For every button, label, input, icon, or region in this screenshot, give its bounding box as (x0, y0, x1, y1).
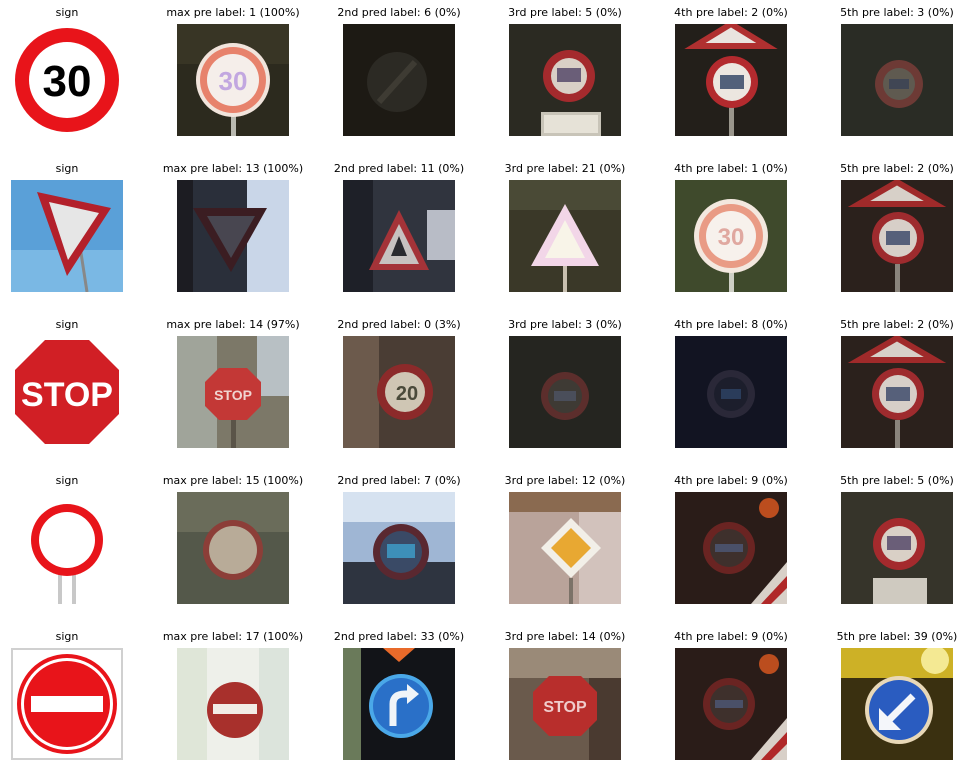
speed-number: 20 (396, 383, 418, 405)
warning-triangle-photo (509, 180, 621, 292)
stop-text: STOP (214, 387, 252, 403)
speed-limit-photo (509, 336, 621, 448)
speed-number: 30 (718, 224, 745, 251)
caption: 2nd pred label: 0 (3%) (337, 318, 461, 331)
grid-cell-r0-pred2: 2nd pred label: 6 (0%) (318, 6, 480, 156)
yield-sign-image (11, 180, 123, 292)
caption: 5th pre label: 39 (0%) (836, 630, 958, 643)
grid-cell-r2-pred4: 4th pre label: 8 (0%) (650, 318, 812, 468)
grid-cell-r2-sign: sign STOP (0, 318, 148, 468)
grid-cell-r4-pred3: 3rd pre label: 14 (0%) STOP (484, 630, 646, 780)
grid-cell-r1-pred3: 3rd pre label: 21 (0%) (484, 162, 646, 312)
no-vehicles-photo (177, 492, 289, 604)
grid-cell-r2-pred5: 5th pre label: 2 (0%) (816, 318, 973, 468)
no-passing-photo (675, 492, 787, 604)
speed-20-photo: 30 (675, 180, 787, 292)
grid-cell-r4-pred2: 2nd pred label: 33 (0%) (318, 630, 480, 780)
caption: 3rd pre label: 3 (0%) (508, 318, 622, 331)
caption: sign (55, 630, 79, 643)
speed-limit-photo (509, 24, 621, 136)
speed-limit-photo (343, 492, 455, 604)
grid-cell-r3-pred3: 3rd pre label: 12 (0%) (484, 474, 646, 624)
yield-photo (177, 180, 289, 292)
grid-cell-r0-sign: sign 30 (0, 6, 148, 156)
keep-left-photo (841, 648, 953, 760)
stop-sign-image: STOP (11, 336, 123, 448)
grid-cell-r1-pred2: 2nd pred label: 11 (0%) (318, 162, 480, 312)
caption: sign (55, 6, 79, 19)
speed-number: 30 (219, 66, 248, 96)
grid-cell-r1-pred5: 5th pre label: 2 (0%) (816, 162, 973, 312)
caption: 2nd pred label: 6 (0%) (337, 6, 461, 19)
caption: max pre label: 14 (97%) (166, 318, 300, 331)
warning-triangle-photo (343, 180, 455, 292)
grid-cell-r2-pred1: max pre label: 14 (97%) STOP (152, 318, 314, 468)
grid-cell-r2-pred3: 3rd pre label: 3 (0%) (484, 318, 646, 468)
caption: sign (55, 318, 79, 331)
grid-cell-r3-pred1: max pre label: 15 (100%) (152, 474, 314, 624)
caption: 3rd pre label: 14 (0%) (504, 630, 626, 643)
turn-right-ahead-photo (343, 648, 455, 760)
speed-limit-30-sign-image: 30 (11, 24, 123, 136)
caption: 4th pre label: 9 (0%) (674, 474, 788, 487)
caption: max pre label: 13 (100%) (162, 162, 304, 175)
end-of-speed-limit-photo (343, 24, 455, 136)
speed-limit-photo (841, 336, 953, 448)
speed-limit-photo (841, 24, 953, 136)
grid-cell-r1-sign: sign (0, 162, 148, 312)
caption: 5th pre label: 2 (0%) (840, 318, 954, 331)
priority-road-photo (509, 492, 621, 604)
no-entry-photo (177, 648, 289, 760)
grid-cell-r0-pred5: 5th pre label: 3 (0%) (816, 6, 973, 156)
grid-cell-r0-pred3: 3rd pre label: 5 (0%) (484, 6, 646, 156)
caption: max pre label: 15 (100%) (162, 474, 304, 487)
caption: sign (55, 474, 79, 487)
grid-cell-r0-pred4: 4th pre label: 2 (0%) (650, 6, 812, 156)
caption: 2nd pred label: 11 (0%) (333, 162, 465, 175)
caption: 5th pre label: 2 (0%) (840, 162, 954, 175)
caption: 4th pre label: 1 (0%) (674, 162, 788, 175)
caption: 4th pre label: 8 (0%) (674, 318, 788, 331)
caption: 4th pre label: 9 (0%) (674, 630, 788, 643)
speed-limit-photo (675, 336, 787, 448)
grid-cell-r1-pred4: 4th pre label: 1 (0%) 30 (650, 162, 812, 312)
speed-limit-photo (841, 492, 953, 604)
caption: sign (55, 162, 79, 175)
no-passing-photo (675, 648, 787, 760)
caption: 5th pre label: 3 (0%) (840, 6, 954, 19)
grid-cell-r3-sign: sign (0, 474, 148, 624)
caption: 2nd pred label: 7 (0%) (337, 474, 461, 487)
speed-limit-photo (675, 24, 787, 136)
grid-cell-r4-pred5: 5th pre label: 39 (0%) (816, 630, 973, 780)
speed-20-photo: 20 (343, 336, 455, 448)
stop-text: STOP (21, 376, 113, 414)
stop-photo: STOP (509, 648, 621, 760)
grid-cell-r3-pred2: 2nd pred label: 7 (0%) (318, 474, 480, 624)
grid-cell-r0-pred1: max pre label: 1 (100%) 30 (152, 6, 314, 156)
caption: 5th pre label: 5 (0%) (840, 474, 954, 487)
grid-cell-r2-pred2: 2nd pred label: 0 (3%) 20 (318, 318, 480, 468)
caption: 4th pre label: 2 (0%) (674, 6, 788, 19)
grid-cell-r4-pred4: 4th pre label: 9 (0%) (650, 630, 812, 780)
speed-number: 30 (43, 57, 92, 106)
speed-30-photo: 30 (177, 24, 289, 136)
speed-limit-photo (841, 180, 953, 292)
caption: 2nd pred label: 33 (0%) (333, 630, 465, 643)
caption: max pre label: 17 (100%) (162, 630, 304, 643)
caption: 3rd pre label: 12 (0%) (504, 474, 626, 487)
caption: 3rd pre label: 21 (0%) (504, 162, 626, 175)
no-entry-sign-image (11, 648, 123, 760)
grid-cell-r3-pred5: 5th pre label: 5 (0%) (816, 474, 973, 624)
stop-text: STOP (543, 699, 587, 716)
grid-cell-r1-pred1: max pre label: 13 (100%) (152, 162, 314, 312)
stop-photo: STOP (177, 336, 289, 448)
caption: 3rd pre label: 5 (0%) (508, 6, 622, 19)
grid-cell-r3-pred4: 4th pre label: 9 (0%) (650, 474, 812, 624)
grid-cell-r4-sign: sign (0, 630, 148, 780)
grid-cell-r4-pred1: max pre label: 17 (100%) (152, 630, 314, 780)
caption: max pre label: 1 (100%) (166, 6, 300, 19)
no-vehicles-sign-image (11, 492, 123, 604)
